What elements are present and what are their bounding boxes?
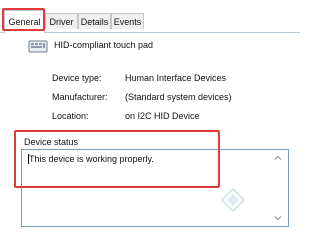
- tab-events[interactable]: Events: [111, 13, 144, 29]
- tab-events-label: Events: [113, 16, 142, 27]
- scroll-down-icon[interactable]: [274, 214, 282, 222]
- device-status-label: Device status: [24, 137, 79, 147]
- hid-device-icon: [28, 40, 48, 53]
- manufacturer-value: (Standard system devices): [125, 92, 232, 102]
- tab-driver-label: Driver: [49, 16, 74, 27]
- tab-details[interactable]: Details: [78, 13, 111, 29]
- tab-driver[interactable]: Driver: [45, 13, 78, 29]
- device-type-label: Device type:: [52, 73, 102, 83]
- device-type-value: Human Interface Devices: [125, 73, 227, 83]
- location-label: Location:: [52, 111, 89, 121]
- manufacturer-label: Manufacturer:: [52, 92, 108, 102]
- tab-general-label: General: [8, 17, 41, 27]
- device-name: HID-compliant touch pad: [54, 40, 154, 50]
- tab-general[interactable]: General: [4, 10, 45, 33]
- location-value: on I2C HID Device: [125, 111, 200, 121]
- scroll-up-icon[interactable]: [274, 154, 282, 162]
- device-status-text: This device is working properly.: [29, 154, 154, 164]
- device-status-text-wrap: This device is working properly.: [28, 154, 154, 164]
- tab-details-label: Details: [80, 16, 109, 27]
- tab-bar: General Driver Details Events: [0, 0, 300, 33]
- device-status-textbox[interactable]: This device is working properly.: [21, 149, 289, 227]
- watermark-logo: [220, 187, 246, 213]
- tab-strip-divider: [0, 32, 300, 33]
